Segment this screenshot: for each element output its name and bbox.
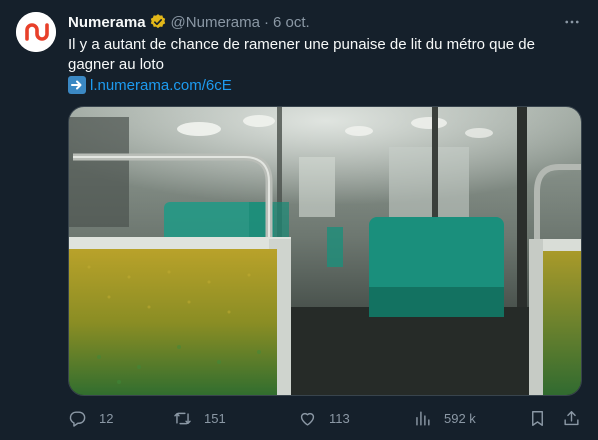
retweet-icon: [174, 412, 191, 424]
reply-button[interactable]: 12: [68, 406, 113, 430]
reply-icon: [69, 410, 86, 427]
tweet-image[interactable]: [68, 106, 582, 396]
account-name[interactable]: Numerama: [68, 14, 146, 31]
views-bar-chart-icon: [416, 410, 430, 426]
like-count: 113: [329, 410, 350, 426]
account-handle[interactable]: @Numerama: [171, 14, 260, 31]
tweet[interactable]: Numerama @Numerama · 6 oct. Il y a autan…: [0, 0, 598, 440]
more-horizontal-icon[interactable]: [562, 12, 582, 32]
tweet-link[interactable]: l.numerama.com/6cE: [90, 77, 232, 94]
share-button[interactable]: [562, 406, 581, 430]
bookmark-icon: [532, 410, 543, 426]
tweet-header: Numerama @Numerama · 6 oct.: [68, 12, 582, 32]
right-arrow-emoji-icon: [68, 76, 86, 94]
tweet-actions: 12 151 113 592 k: [68, 406, 582, 430]
tweet-date[interactable]: 6 oct.: [273, 14, 310, 31]
share-icon: [564, 410, 579, 425]
reply-count: 12: [99, 410, 114, 426]
tweet-link-row: l.numerama.com/6cE: [68, 75, 232, 95]
retweet-count: 151: [204, 410, 226, 426]
views-count: 592 k: [444, 410, 476, 426]
like-button[interactable]: 113: [298, 406, 350, 430]
heart-icon: [300, 412, 315, 426]
verified-badge-icon[interactable]: [149, 13, 167, 31]
avatar[interactable]: [16, 12, 56, 52]
retweet-button[interactable]: 151: [173, 406, 226, 430]
separator-dot: ·: [263, 13, 269, 31]
tweet-text: Il y a autant de chance de ramener une p…: [68, 36, 535, 73]
views-button[interactable]: 592 k: [413, 406, 476, 430]
numerama-logo-icon: [16, 12, 56, 52]
bookmark-button[interactable]: [528, 406, 547, 430]
